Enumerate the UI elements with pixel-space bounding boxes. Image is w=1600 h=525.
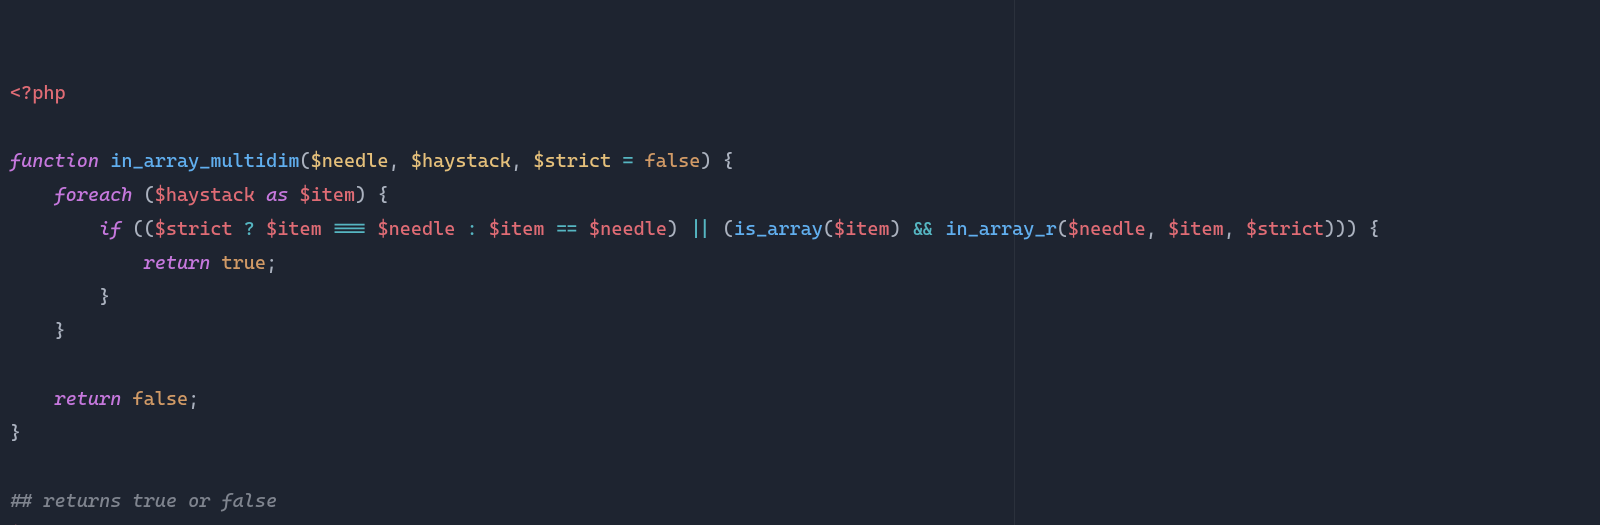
brace-close: } <box>99 286 110 308</box>
param-haystack: $haystack <box>411 150 511 172</box>
indent <box>10 286 99 308</box>
bool-true: true <box>222 252 267 274</box>
keyword-function: function <box>10 150 99 172</box>
op-assign: = <box>622 150 633 172</box>
brace-close: } <box>55 320 66 342</box>
comma: , <box>1146 218 1157 240</box>
paren-close: ) <box>355 184 366 206</box>
indent <box>10 218 99 240</box>
ruler-guide <box>1014 0 1015 525</box>
semicolon: ; <box>266 252 277 274</box>
brace-close: } <box>10 422 21 444</box>
comma: , <box>511 150 522 172</box>
comment: ## returns true or false <box>10 490 277 512</box>
fn-is-array: is_array <box>734 218 823 240</box>
op-and: && <box>912 218 934 240</box>
var-item: $item <box>266 218 322 240</box>
indent <box>10 320 55 342</box>
paren-close: ) <box>667 218 678 240</box>
paren-open: ( <box>144 184 155 206</box>
paren-close: ) <box>890 218 901 240</box>
op-equal: == <box>556 218 578 240</box>
param-strict: $strict <box>533 150 611 172</box>
op-ternary-q: ? <box>244 218 255 240</box>
paren-open: ( <box>1057 218 1068 240</box>
var-strict: $strict <box>155 218 233 240</box>
function-name: in_array_multidim <box>110 150 299 172</box>
var-needle: $needle <box>377 218 455 240</box>
op-ternary-c: : <box>467 218 478 240</box>
paren-close: ) <box>1324 218 1335 240</box>
var-needle: $needle <box>589 218 667 240</box>
var-strict: $strict <box>1246 218 1324 240</box>
var-item: $item <box>1168 218 1224 240</box>
php-open-tag: <?php <box>10 82 66 104</box>
keyword-if: if <box>99 218 121 240</box>
brace-open: { <box>723 150 734 172</box>
keyword-return: return <box>55 388 122 410</box>
comma: , <box>1224 218 1235 240</box>
paren-open: ( <box>132 218 143 240</box>
var-haystack: $haystack <box>155 184 255 206</box>
bool-false: false <box>645 150 701 172</box>
op-or: || <box>689 218 711 240</box>
bool-false: false <box>132 388 188 410</box>
paren-open: ( <box>823 218 834 240</box>
keyword-as: as <box>266 184 288 206</box>
fn-in-array-r: in_array_r <box>945 218 1056 240</box>
indent <box>10 388 55 410</box>
paren-open: ( <box>144 218 155 240</box>
var-needle: $needle <box>1068 218 1146 240</box>
paren-close: ) <box>1346 218 1357 240</box>
var-item: $item <box>834 218 890 240</box>
code-editor[interactable]: <?php function in_array_multidim($needle… <box>0 0 1600 525</box>
brace-open: { <box>1369 218 1380 240</box>
paren-close: ) <box>700 150 711 172</box>
var-item: $item <box>489 218 545 240</box>
brace-open: { <box>377 184 388 206</box>
paren-close: ) <box>1335 218 1346 240</box>
comma: , <box>389 150 400 172</box>
keyword-return: return <box>144 252 211 274</box>
paren-open: ( <box>723 218 734 240</box>
op-identical: === <box>333 218 366 240</box>
var-item: $item <box>300 184 356 206</box>
indent <box>10 184 55 206</box>
paren-open: ( <box>299 150 310 172</box>
param-needle: $needle <box>311 150 389 172</box>
semicolon: ; <box>188 388 199 410</box>
keyword-foreach: foreach <box>55 184 133 206</box>
indent <box>10 252 144 274</box>
